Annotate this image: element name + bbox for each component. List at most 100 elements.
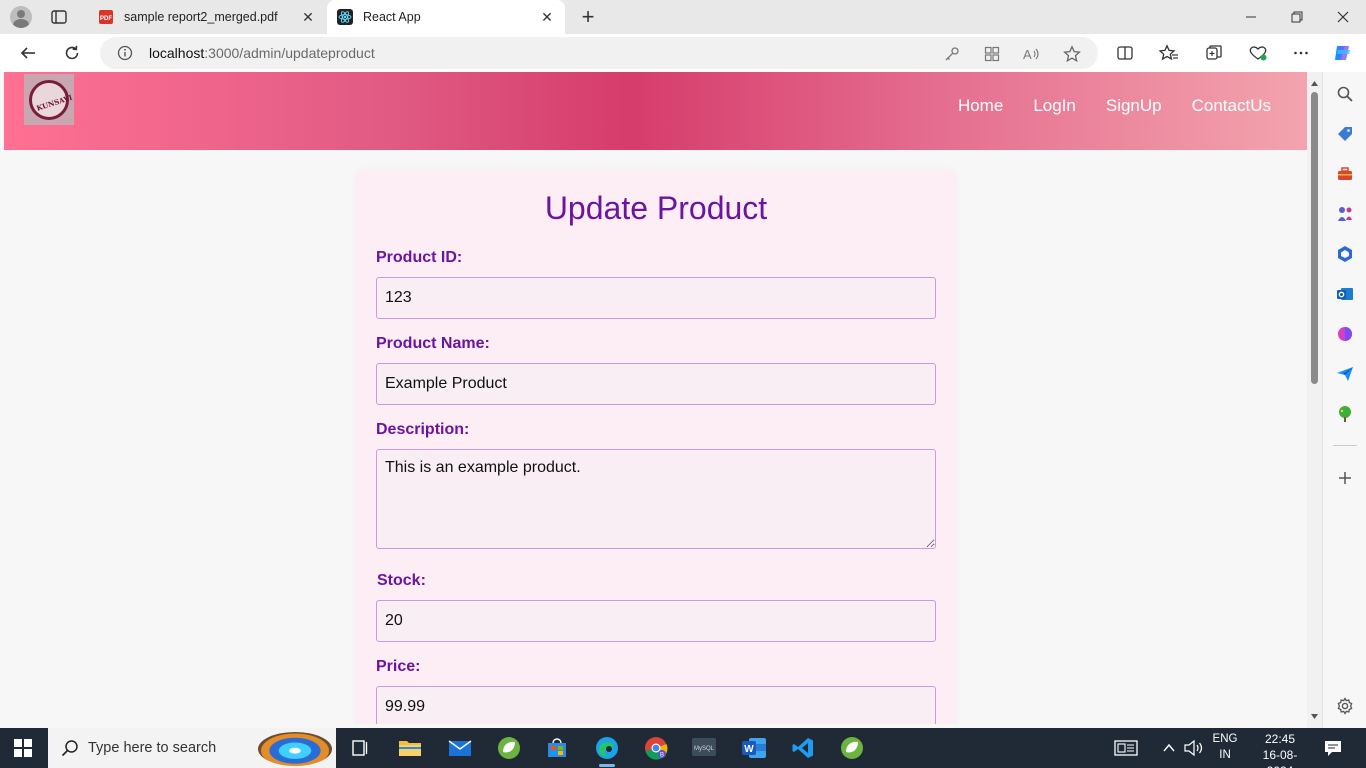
microsoft-store-icon[interactable] bbox=[543, 734, 571, 762]
task-view-icon[interactable] bbox=[346, 734, 374, 762]
mysql-workbench-icon[interactable]: MySQL bbox=[690, 734, 718, 762]
tree-icon[interactable] bbox=[1335, 404, 1355, 424]
apps-icon[interactable] bbox=[983, 45, 1001, 63]
site-logo[interactable]: KUNSAVI bbox=[24, 74, 74, 125]
minimize-icon[interactable] bbox=[1228, 0, 1274, 34]
price-label: Price: bbox=[376, 658, 421, 675]
taskbar-search[interactable]: Type here to search bbox=[48, 728, 336, 768]
refresh-icon[interactable] bbox=[61, 42, 83, 64]
url-text[interactable]: localhost:3000/admin/updateproduct bbox=[149, 45, 375, 61]
form-title: Update Product bbox=[544, 190, 768, 226]
nav-signup[interactable]: SignUp bbox=[1106, 96, 1162, 116]
scroll-down-icon[interactable] bbox=[1310, 712, 1319, 721]
clock-date: 16-08-2024 bbox=[1262, 748, 1298, 768]
site-header: KUNSAVI Home LogIn SignUp ContactUs bbox=[4, 72, 1307, 150]
taskbar-search-placeholder: Type here to search bbox=[88, 740, 217, 756]
search-icon bbox=[61, 740, 78, 757]
logo-text: KUNSAVI bbox=[35, 92, 74, 113]
region-code: IN bbox=[1219, 749, 1231, 761]
update-product-form: Update Product Product ID: Product Name:… bbox=[356, 170, 956, 724]
tab-react-app[interactable]: React App ✕ bbox=[327, 0, 565, 34]
system-clock[interactable]: 22:45 16-08-2024 bbox=[1250, 731, 1310, 768]
file-explorer-icon[interactable] bbox=[396, 734, 424, 762]
product-id-label: Product ID: bbox=[376, 249, 463, 266]
chevron-up-icon[interactable] bbox=[1162, 728, 1176, 768]
chrome-icon[interactable]: B bbox=[642, 734, 670, 762]
back-icon[interactable] bbox=[17, 42, 39, 64]
site-info-icon[interactable] bbox=[117, 45, 133, 61]
tab-title: sample report2_merged.pdf bbox=[124, 10, 278, 24]
search-icon[interactable] bbox=[1335, 84, 1355, 104]
word-icon[interactable]: W bbox=[740, 734, 768, 762]
product-name-label: Product Name: bbox=[376, 335, 490, 352]
profile-avatar-icon[interactable] bbox=[10, 6, 32, 28]
svg-text:W: W bbox=[744, 744, 754, 755]
volume-icon[interactable] bbox=[1184, 728, 1204, 768]
svg-text:MySQL: MySQL bbox=[694, 746, 715, 752]
nav-home[interactable]: Home bbox=[958, 96, 1003, 116]
microsoft-365-icon[interactable] bbox=[1335, 244, 1355, 264]
page-scrollbar[interactable] bbox=[1307, 72, 1322, 728]
stock-input[interactable] bbox=[376, 600, 936, 642]
send-icon[interactable] bbox=[1335, 364, 1355, 384]
language-code: ENG bbox=[1212, 733, 1238, 745]
edge-sidebar bbox=[1322, 72, 1366, 728]
product-name-input[interactable] bbox=[376, 363, 936, 405]
scroll-up-icon[interactable] bbox=[1310, 79, 1319, 88]
tools-icon[interactable] bbox=[1335, 164, 1355, 184]
address-bar[interactable]: localhost:3000/admin/updateproduct A bbox=[100, 37, 1098, 69]
clock-time: 22:45 bbox=[1264, 732, 1296, 746]
product-id-input[interactable] bbox=[376, 277, 936, 319]
settings-gear-icon[interactable] bbox=[1335, 696, 1355, 716]
favorites-icon[interactable] bbox=[1158, 42, 1180, 64]
web-page: KUNSAVI Home LogIn SignUp ContactUs Upda… bbox=[4, 72, 1307, 724]
browser-tab-strip: PDF sample report2_merged.pdf ✕ React Ap… bbox=[0, 0, 1366, 34]
more-options-icon[interactable] bbox=[1290, 42, 1312, 64]
new-tab-icon[interactable]: + bbox=[578, 6, 598, 28]
react-icon bbox=[337, 9, 353, 25]
vscode-icon[interactable] bbox=[789, 734, 817, 762]
shopping-tag-icon[interactable] bbox=[1335, 124, 1355, 144]
browser-essentials-icon[interactable] bbox=[1247, 42, 1269, 64]
close-tab-icon[interactable]: ✕ bbox=[300, 9, 316, 25]
close-tab-icon[interactable]: ✕ bbox=[539, 9, 555, 25]
svg-text:A: A bbox=[1023, 47, 1032, 62]
collections-icon[interactable] bbox=[1203, 42, 1225, 64]
site-nav: Home LogIn SignUp ContactUs bbox=[958, 96, 1271, 116]
search-highlight-image bbox=[258, 732, 332, 766]
svg-text:PDF: PDF bbox=[100, 16, 112, 22]
copilot-icon[interactable] bbox=[1332, 42, 1354, 64]
split-screen-icon[interactable] bbox=[1114, 42, 1136, 64]
add-icon[interactable] bbox=[1335, 468, 1355, 488]
nav-login[interactable]: LogIn bbox=[1033, 96, 1076, 116]
notifications-icon[interactable] bbox=[1323, 728, 1343, 768]
tab-title: React App bbox=[363, 10, 421, 24]
stock-label: Stock: bbox=[377, 572, 426, 589]
spring-tool-icon[interactable] bbox=[495, 734, 523, 762]
tab-pdf[interactable]: PDF sample report2_merged.pdf ✕ bbox=[88, 0, 326, 34]
description-label: Description: bbox=[376, 421, 470, 438]
browser-toolbar: localhost:3000/admin/updateproduct A bbox=[0, 34, 1366, 72]
close-window-icon[interactable] bbox=[1320, 0, 1366, 34]
windows-taskbar: Type here to search B MySQL W ENG IN 22:… bbox=[0, 728, 1366, 768]
games-icon[interactable] bbox=[1335, 204, 1355, 224]
tab-actions-icon[interactable] bbox=[50, 8, 68, 26]
spring-tool-icon-2[interactable] bbox=[838, 734, 866, 762]
scrollbar-thumb[interactable] bbox=[1311, 92, 1318, 384]
outlook-icon[interactable] bbox=[1335, 284, 1355, 304]
restore-icon[interactable] bbox=[1274, 0, 1320, 34]
read-aloud-icon[interactable]: A bbox=[1023, 45, 1041, 63]
logo-badge: KUNSAVI bbox=[29, 80, 74, 120]
edge-browser-icon[interactable] bbox=[593, 734, 621, 767]
mail-icon[interactable] bbox=[446, 734, 474, 762]
pdf-icon: PDF bbox=[98, 9, 114, 25]
description-textarea[interactable]: This is an example product. bbox=[376, 449, 936, 549]
news-icon[interactable] bbox=[1114, 728, 1138, 768]
favorite-star-icon[interactable] bbox=[1063, 45, 1081, 63]
designer-icon[interactable] bbox=[1335, 324, 1355, 344]
nav-contactus[interactable]: ContactUs bbox=[1192, 96, 1271, 116]
price-input[interactable] bbox=[376, 686, 936, 724]
windows-start-icon[interactable] bbox=[14, 739, 32, 757]
language-indicator[interactable]: ENG IN bbox=[1212, 731, 1238, 763]
key-icon[interactable] bbox=[943, 45, 961, 63]
